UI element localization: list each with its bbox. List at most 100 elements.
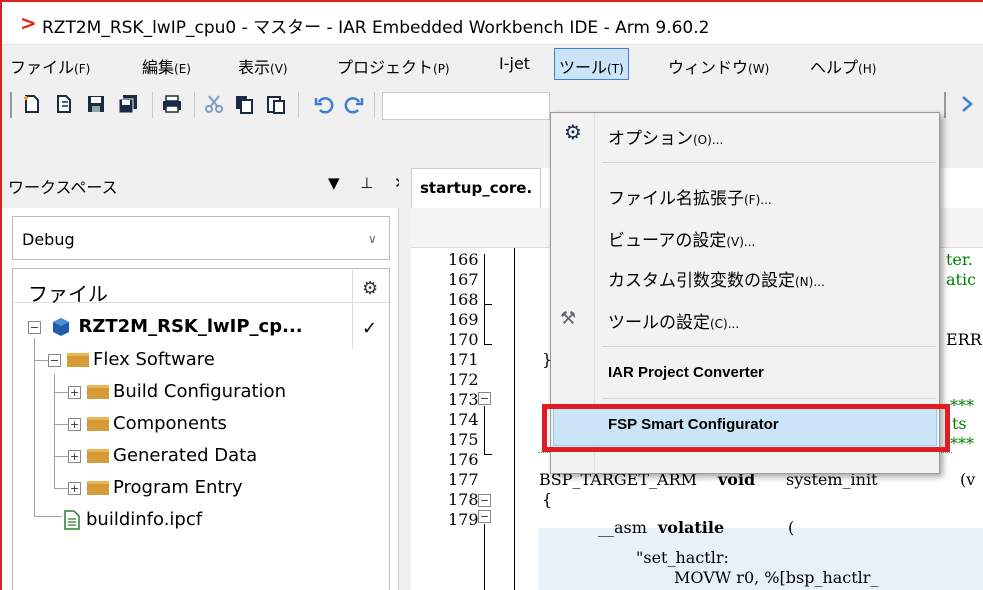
fold-collapse-icon[interactable]: − <box>478 494 491 507</box>
tree-column-header: ファイル <box>28 282 108 306</box>
toolbar-separator <box>152 92 153 118</box>
menu-edit[interactable]: 編集(E) <box>142 54 191 78</box>
workspace-title: ワークスペース <box>8 178 118 197</box>
fold-line <box>484 344 492 345</box>
folder-icon <box>87 481 109 495</box>
redo-icon[interactable] <box>344 94 364 114</box>
save-all-icon[interactable] <box>118 94 138 114</box>
menu-item-custom-argvars[interactable]: カスタム引数変数の設定(N)... <box>608 266 825 291</box>
line-number: 166 <box>448 250 479 269</box>
line-number: 169 <box>448 310 479 329</box>
expand-icon[interactable]: + <box>68 417 81 431</box>
paste-icon[interactable] <box>266 94 286 114</box>
code-fragment: MOVW r0, %[bsp_hactlr_ <box>674 568 879 587</box>
collapse-icon[interactable]: − <box>28 320 41 334</box>
expand-icon[interactable]: + <box>68 385 81 399</box>
menu-help-accel: (H) <box>858 62 877 76</box>
check-icon: ✓ <box>362 318 378 339</box>
tree-item-project-label: RZT2M_RSK_lwIP_cp... <box>78 316 303 337</box>
configuration-value: Debug <box>22 230 75 249</box>
tree-line <box>54 424 68 425</box>
new-file-icon[interactable] <box>22 94 42 114</box>
fold-line <box>484 254 485 324</box>
menu-separator <box>602 398 936 399</box>
code-fragment: ts <box>952 414 967 433</box>
copy-icon[interactable] <box>234 94 254 114</box>
expand-icon[interactable]: + <box>68 449 81 463</box>
tools-icon: ⚒ <box>560 308 577 329</box>
menu-ijet[interactable]: I-jet <box>499 54 530 73</box>
menu-tools[interactable]: ツール(T) <box>554 48 629 80</box>
menu-view-label: 表示 <box>238 58 271 77</box>
menu-edit-accel: (E) <box>174 62 191 76</box>
cut-icon[interactable] <box>204 94 224 114</box>
tree-item-buildinfo[interactable]: buildinfo.ipcf <box>64 506 202 534</box>
fold-line <box>484 324 485 344</box>
highlight-annotation-box <box>542 404 950 452</box>
tree-line <box>34 360 48 361</box>
menu-item-accel: (F)... <box>744 193 772 207</box>
tree-item-label: Build Configuration <box>113 381 286 402</box>
line-number: 175 <box>448 430 479 449</box>
fold-collapse-icon[interactable]: − <box>478 510 491 523</box>
fold-collapse-icon[interactable]: − <box>478 392 491 405</box>
menu-separator <box>602 346 936 347</box>
app-window: > RZT2M_RSK_lwIP_cpu0 - マスター - IAR Embed… <box>0 0 983 590</box>
tree-item-project[interactable]: − RZT2M_RSK_lwIP_cp... <box>28 313 303 341</box>
menu-item-accel: (O)... <box>693 133 724 147</box>
print-icon[interactable] <box>162 94 182 114</box>
menu-item-options[interactable]: オプション(O)... <box>608 124 723 149</box>
toolbar-search-box[interactable] <box>382 92 550 120</box>
tree-line <box>54 456 68 457</box>
menu-tools-label: ツール <box>559 58 608 77</box>
tree-line <box>34 338 35 516</box>
tree-line <box>54 368 55 488</box>
collapse-icon[interactable]: − <box>48 353 61 367</box>
tree-item-program-entry[interactable]: + Program Entry <box>68 474 243 502</box>
menu-help-label: ヘルプ <box>810 58 859 77</box>
menu-window-accel: (W) <box>748 62 770 76</box>
line-number: 179 <box>448 510 479 529</box>
folder-icon <box>87 449 109 463</box>
tree-item-generated-data[interactable]: + Generated Data <box>68 442 257 470</box>
gear-icon[interactable]: ⚙ <box>362 278 378 299</box>
new-workspace-icon[interactable] <box>54 94 74 114</box>
code-fragment: *** <box>950 396 974 415</box>
code-fragment: __asm <box>598 518 647 537</box>
menu-view[interactable]: 表示(V) <box>238 54 288 78</box>
toolbar-separator <box>194 92 195 118</box>
code-fragment: ( <box>788 518 795 537</box>
menu-help[interactable]: ヘルプ(H) <box>810 54 876 78</box>
forward-arrow-icon[interactable] <box>957 94 977 114</box>
code-fragment: atic <box>946 270 977 289</box>
menu-item-file-extensions[interactable]: ファイル名拡張子(F)... <box>608 184 772 209</box>
line-number: 177 <box>448 470 479 489</box>
gear-icon: ⚙ <box>564 120 582 144</box>
file-icon <box>64 510 80 530</box>
save-icon[interactable] <box>86 94 106 114</box>
menu-file[interactable]: ファイル(F) <box>10 54 90 78</box>
menu-item-configure-tools[interactable]: ツールの設定(C)... <box>608 308 739 333</box>
menu-item-viewer-settings[interactable]: ビューアの設定(V)... <box>608 226 755 251</box>
menu-item-label: ファイル名拡張子 <box>608 189 744 209</box>
project-cube-icon <box>52 318 69 336</box>
folder-icon <box>87 417 109 431</box>
tree-item-flex-software[interactable]: − Flex Software <box>48 346 215 374</box>
tree-item-components[interactable]: + Components <box>68 410 227 438</box>
code-keyword: volatile <box>658 518 725 537</box>
line-number: 168 <box>448 290 479 309</box>
tree-item-build-configuration[interactable]: + Build Configuration <box>68 378 286 406</box>
tree-line <box>54 488 68 489</box>
expand-icon[interactable]: + <box>68 481 81 495</box>
menu-item-iar-project-converter[interactable]: IAR Project Converter <box>608 364 764 381</box>
undo-icon[interactable] <box>314 94 334 114</box>
menu-window[interactable]: ウィンドウ(W) <box>668 54 769 78</box>
menu-item-label: ビューアの設定 <box>608 231 727 251</box>
menu-project[interactable]: プロジェクト(P) <box>337 54 450 78</box>
line-number: 176 <box>448 450 479 469</box>
menu-view-accel: (V) <box>270 62 288 76</box>
tree-item-label: buildinfo.ipcf <box>86 509 203 530</box>
menu-bar: ファイル(F) 編集(E) 表示(V) プロジェクト(P) I-jet ツール(… <box>2 44 983 84</box>
panel-splitter[interactable] <box>399 168 411 590</box>
menu-edit-label: 編集 <box>142 58 175 77</box>
